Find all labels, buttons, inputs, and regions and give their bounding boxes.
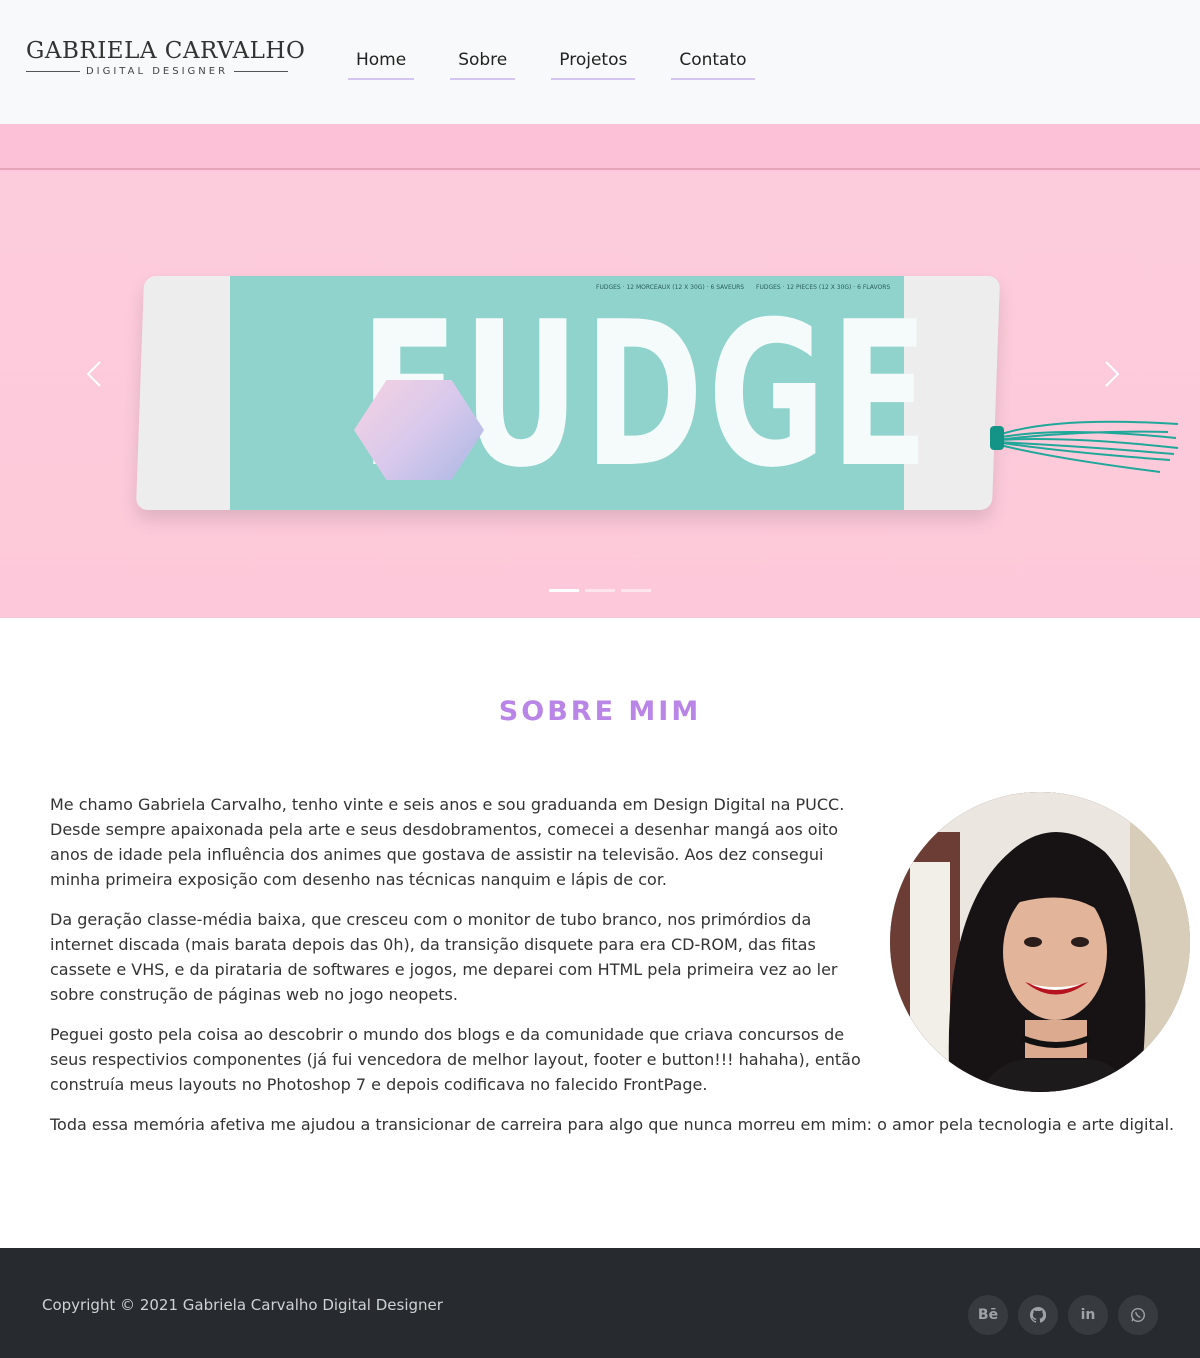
carousel-indicator-2[interactable] [585,589,615,592]
carousel-next-button[interactable] [1092,354,1132,394]
nav-link-home[interactable]: Home [348,42,415,80]
nav-link-projetos[interactable]: Projetos [551,42,636,80]
logo[interactable]: GABRIELA CARVALHO DIGITAL DESIGNER [26,38,306,77]
behance-icon: Bē [977,1307,999,1323]
nav-link-sobre[interactable]: Sobre [450,42,516,80]
logo-name: GABRIELA CARVALHO [26,38,306,64]
behance-link[interactable]: Bē [968,1295,1008,1335]
linkedin-link[interactable]: in [1068,1295,1108,1335]
about-paragraph: Toda essa memória afetiva me ajudou a tr… [50,1115,1175,1134]
carousel-indicator-1[interactable] [549,589,579,592]
logo-subtitle: DIGITAL DESIGNER [85,66,229,77]
social-links: Bē in [968,1295,1158,1335]
whatsapp-icon [1130,1307,1146,1323]
hero-carousel: FUDGES · 12 MORCEAUX (12 X 30G) · 6 SAVE… [0,124,1200,618]
about-section: SOBRE MIM Me chamo Gabriela Carvalho, te… [0,618,1200,1248]
main-nav: Home Sobre Projetos Contato [348,42,791,80]
fudge-product-image: FUDGES · 12 MORCEAUX (12 X 30G) · 6 SAVE… [135,276,1001,510]
linkedin-icon: in [1080,1307,1096,1323]
about-paragraph: Me chamo Gabriela Carvalho, tenho vinte … [50,795,845,889]
chevron-right-icon [1105,361,1120,387]
github-link[interactable] [1018,1295,1058,1335]
carousel-indicators [549,589,651,592]
site-footer: Copyright © 2021 Gabriela Carvalho Digit… [0,1248,1200,1358]
chevron-left-icon [86,361,101,387]
whatsapp-link[interactable] [1118,1295,1158,1335]
tassel-image [990,420,1179,473]
github-icon [1030,1307,1046,1323]
carousel-indicator-3[interactable] [621,589,651,592]
about-paragraph: Da geração classe-média baixa, que cresc… [50,910,838,1004]
carousel-prev-button[interactable] [76,354,116,394]
about-text: Me chamo Gabriela Carvalho, tenho vinte … [50,792,1180,1152]
about-paragraph: Peguei gosto pela coisa ao descobrir o m… [50,1025,861,1094]
hero-backdrop-wall [0,124,1200,170]
logo-subtitle-row: DIGITAL DESIGNER [26,66,288,77]
product-sleeve: FUDGES · 12 MORCEAUX (12 X 30G) · 6 SAVE… [230,276,929,510]
nav-link-contato[interactable]: Contato [671,42,755,80]
site-header: GABRIELA CARVALHO DIGITAL DESIGNER Home … [0,0,1200,124]
logo-divider [26,71,80,72]
copyright-text: Copyright © 2021 Gabriela Carvalho Digit… [42,1296,443,1314]
logo-divider [234,71,288,72]
section-title: SOBRE MIM [498,696,702,727]
